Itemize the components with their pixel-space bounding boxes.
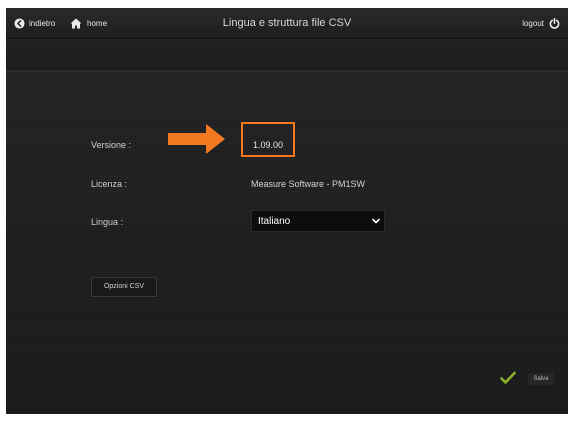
app-window: indietro home Lingua e struttura file CS… xyxy=(6,8,568,414)
language-select[interactable]: Italiano xyxy=(251,210,385,232)
version-label: Versione : xyxy=(91,140,132,150)
version-value: 1.09.00 xyxy=(253,140,284,150)
back-button[interactable]: indietro xyxy=(14,8,55,38)
back-arrow-circle-icon xyxy=(14,17,25,29)
csv-options-button[interactable]: Opzioni CSV xyxy=(91,277,157,297)
logout-label: logout xyxy=(522,18,544,28)
home-icon xyxy=(70,18,82,29)
language-selected-value: Italiano xyxy=(258,216,291,227)
license-value: Measure Software - PM1SW xyxy=(251,179,366,189)
logout-button[interactable]: logout xyxy=(522,8,560,38)
back-label: indietro xyxy=(29,18,56,28)
secondary-bar xyxy=(6,39,568,71)
power-icon xyxy=(549,17,560,29)
license-label: Licenza : xyxy=(91,179,128,189)
home-label: home xyxy=(87,18,108,28)
top-navigation-bar: indietro home Lingua e struttura file CS… xyxy=(6,8,568,39)
chevron-down-icon xyxy=(372,217,380,228)
language-label: Lingua : xyxy=(91,217,124,227)
checkmark-icon xyxy=(500,371,516,390)
arrow-right-icon xyxy=(168,123,226,160)
save-button[interactable]: Salva xyxy=(500,368,560,390)
home-button[interactable]: home xyxy=(70,8,107,38)
save-label: Salva xyxy=(528,373,554,385)
